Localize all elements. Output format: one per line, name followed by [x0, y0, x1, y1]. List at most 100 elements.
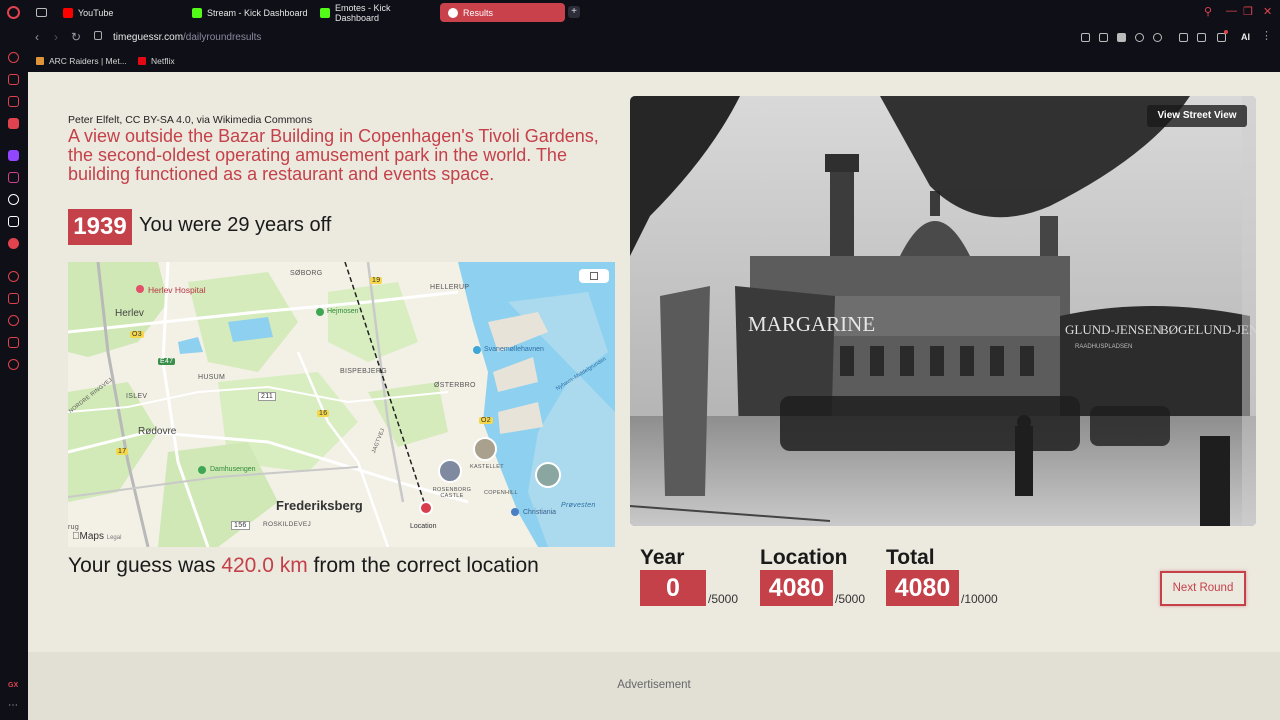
apple-logo-icon:  — [72, 531, 80, 542]
tab-emotes-kick[interactable]: Emotes - Kick Dashboard — [312, 3, 437, 23]
tab-youtube[interactable]: YouTube — [55, 3, 180, 22]
twitch-icon[interactable] — [8, 150, 19, 161]
shield-icon[interactable] — [1117, 33, 1126, 42]
map-label: Frederiksberg — [276, 498, 363, 513]
total-score-value: 4080 — [886, 570, 959, 606]
download-icon[interactable] — [1217, 33, 1226, 42]
total-score-max: /10000 — [961, 592, 998, 606]
year-score-value: 0 — [640, 570, 706, 606]
search-icon[interactable]: ⚲ — [1204, 5, 1212, 18]
map-label: Herlev — [115, 308, 144, 319]
bookmark-pin-icon[interactable] — [1081, 33, 1090, 42]
photo-description: A view outside the Bazar Building in Cop… — [68, 126, 599, 184]
road-shield: O2 — [479, 417, 493, 424]
view-street-view-button[interactable]: View Street View — [1147, 105, 1247, 127]
opera-logo-icon[interactable] — [7, 6, 20, 19]
map-label: Rødovre — [138, 426, 177, 437]
bookmark-arc-raiders[interactable]: ARC Raiders | Met... — [36, 56, 127, 66]
forward-icon[interactable]: › — [54, 30, 58, 44]
tab-stream-kick[interactable]: Stream - Kick Dashboard — [184, 3, 309, 22]
tab-bar: YouTube Stream - Kick Dashboard Emotes -… — [0, 0, 1280, 25]
rosenborg-landmark-icon[interactable] — [438, 459, 462, 483]
wallet-icon[interactable] — [1197, 33, 1206, 42]
park-icon — [198, 466, 206, 474]
netflix-icon — [138, 57, 146, 65]
instagram-icon[interactable] — [8, 172, 19, 183]
road-shield: 17 — [116, 448, 129, 455]
snapshot-icon[interactable] — [1099, 33, 1108, 42]
arc-raiders-icon — [36, 57, 44, 65]
photo-graphic: MARGARINE GLUND-JENSEN BØGELUND-JENSEN R… — [630, 96, 1256, 526]
road-shield: 16 — [317, 410, 330, 417]
legal-link[interactable]: Legal — [107, 535, 122, 541]
settings-gear-icon[interactable] — [8, 359, 19, 370]
kastellet-landmark-icon[interactable] — [473, 437, 497, 461]
map-label: Hejmosen — [327, 308, 359, 315]
sidebar: GX ⋯ — [0, 25, 28, 720]
back-icon[interactable]: ‹ — [35, 30, 39, 44]
lock-icon — [94, 31, 102, 40]
map-label: COPENHILL — [484, 490, 518, 496]
location-pin-icon[interactable] — [419, 501, 433, 515]
play-icon[interactable] — [1135, 33, 1144, 42]
player-icon[interactable] — [8, 271, 19, 282]
hospital-icon — [136, 285, 144, 293]
gx-label[interactable]: GX — [8, 682, 18, 689]
pin-icon[interactable] — [8, 293, 19, 304]
extensions-icon[interactable] — [8, 337, 19, 348]
more-icon[interactable]: ⋯ — [8, 700, 18, 711]
bag-icon[interactable] — [8, 74, 19, 85]
tab-results[interactable]: Results — [440, 3, 565, 22]
results-page: Peter Elfelt, CC BY-SA 4.0, via Wikimedi… — [28, 72, 1280, 720]
map-label: HELLERUP — [430, 284, 470, 291]
close-icon[interactable]: ✕ — [1263, 5, 1272, 18]
advertisement-area: Advertisement — [28, 652, 1280, 720]
reload-icon[interactable]: ↻ — [71, 30, 81, 44]
result-map[interactable]: SØBORG HELLERUP Herlev Hospital Herlev H… — [68, 262, 615, 547]
m-app-icon[interactable] — [8, 118, 19, 129]
x-twitter-icon[interactable] — [8, 216, 19, 227]
map-label: BISPEBJERG — [340, 368, 387, 375]
menu-icon[interactable]: ⋮ — [1261, 29, 1272, 42]
map-label: SØBORG — [290, 270, 323, 277]
map-label: ROSKILDEVEJ — [263, 521, 312, 528]
news-icon[interactable] — [8, 96, 19, 107]
tiktok-icon[interactable] — [8, 194, 19, 205]
notification-dot — [1224, 30, 1228, 34]
photo-credit: Peter Elfelt, CC BY-SA 4.0, via Wikimedi… — [68, 114, 313, 126]
maximize-icon[interactable]: ❐ — [1243, 5, 1253, 18]
bookmark-netflix[interactable]: Netflix — [138, 56, 175, 66]
year-score-max: /5000 — [708, 592, 739, 606]
park-icon — [316, 308, 324, 316]
ai-button[interactable]: AI — [1241, 32, 1250, 42]
kick-icon — [192, 7, 202, 18]
location-score: Location 4080 /5000 — [760, 546, 865, 606]
tab-label: Results — [463, 7, 494, 18]
url-path: /dailyroundresults — [183, 32, 262, 43]
tab-label: YouTube — [78, 7, 114, 18]
copenhill-landmark-icon[interactable] — [535, 462, 561, 488]
road-shield: 211 — [258, 392, 277, 401]
road-shield: O3 — [130, 331, 144, 338]
year-score: Year 0 /5000 — [640, 546, 738, 606]
new-tab-button[interactable]: + — [568, 6, 580, 18]
raadhus-sign: RAADHUSPLADSEN — [1075, 344, 1132, 350]
url-field[interactable]: timeguessr.com/dailyroundresults — [113, 32, 261, 43]
minimize-icon[interactable]: — — [1226, 5, 1237, 17]
history-icon[interactable] — [8, 315, 19, 326]
map-label: rug — [68, 524, 80, 531]
url-host: timeguessr.com — [113, 32, 184, 43]
next-round-button[interactable]: Next Round — [1160, 571, 1246, 606]
video-icon[interactable] — [8, 238, 19, 249]
speed-dial-icon[interactable] — [8, 52, 19, 63]
tab-list-icon[interactable] — [36, 8, 47, 17]
bookmark-label: Netflix — [151, 56, 175, 66]
extensions-puzzle-icon[interactable] — [1179, 33, 1188, 42]
map-type-button[interactable] — [579, 269, 609, 283]
guess-prefix: Your guess was — [68, 554, 222, 577]
bogelund-sign-2: BØGELUND-JENSEN — [1160, 322, 1256, 337]
heart-icon[interactable] — [1153, 33, 1162, 42]
harbour-icon — [473, 346, 481, 354]
tab-label: Stream - Kick Dashboard — [207, 7, 308, 18]
correct-year-badge: 1939 — [68, 209, 132, 245]
